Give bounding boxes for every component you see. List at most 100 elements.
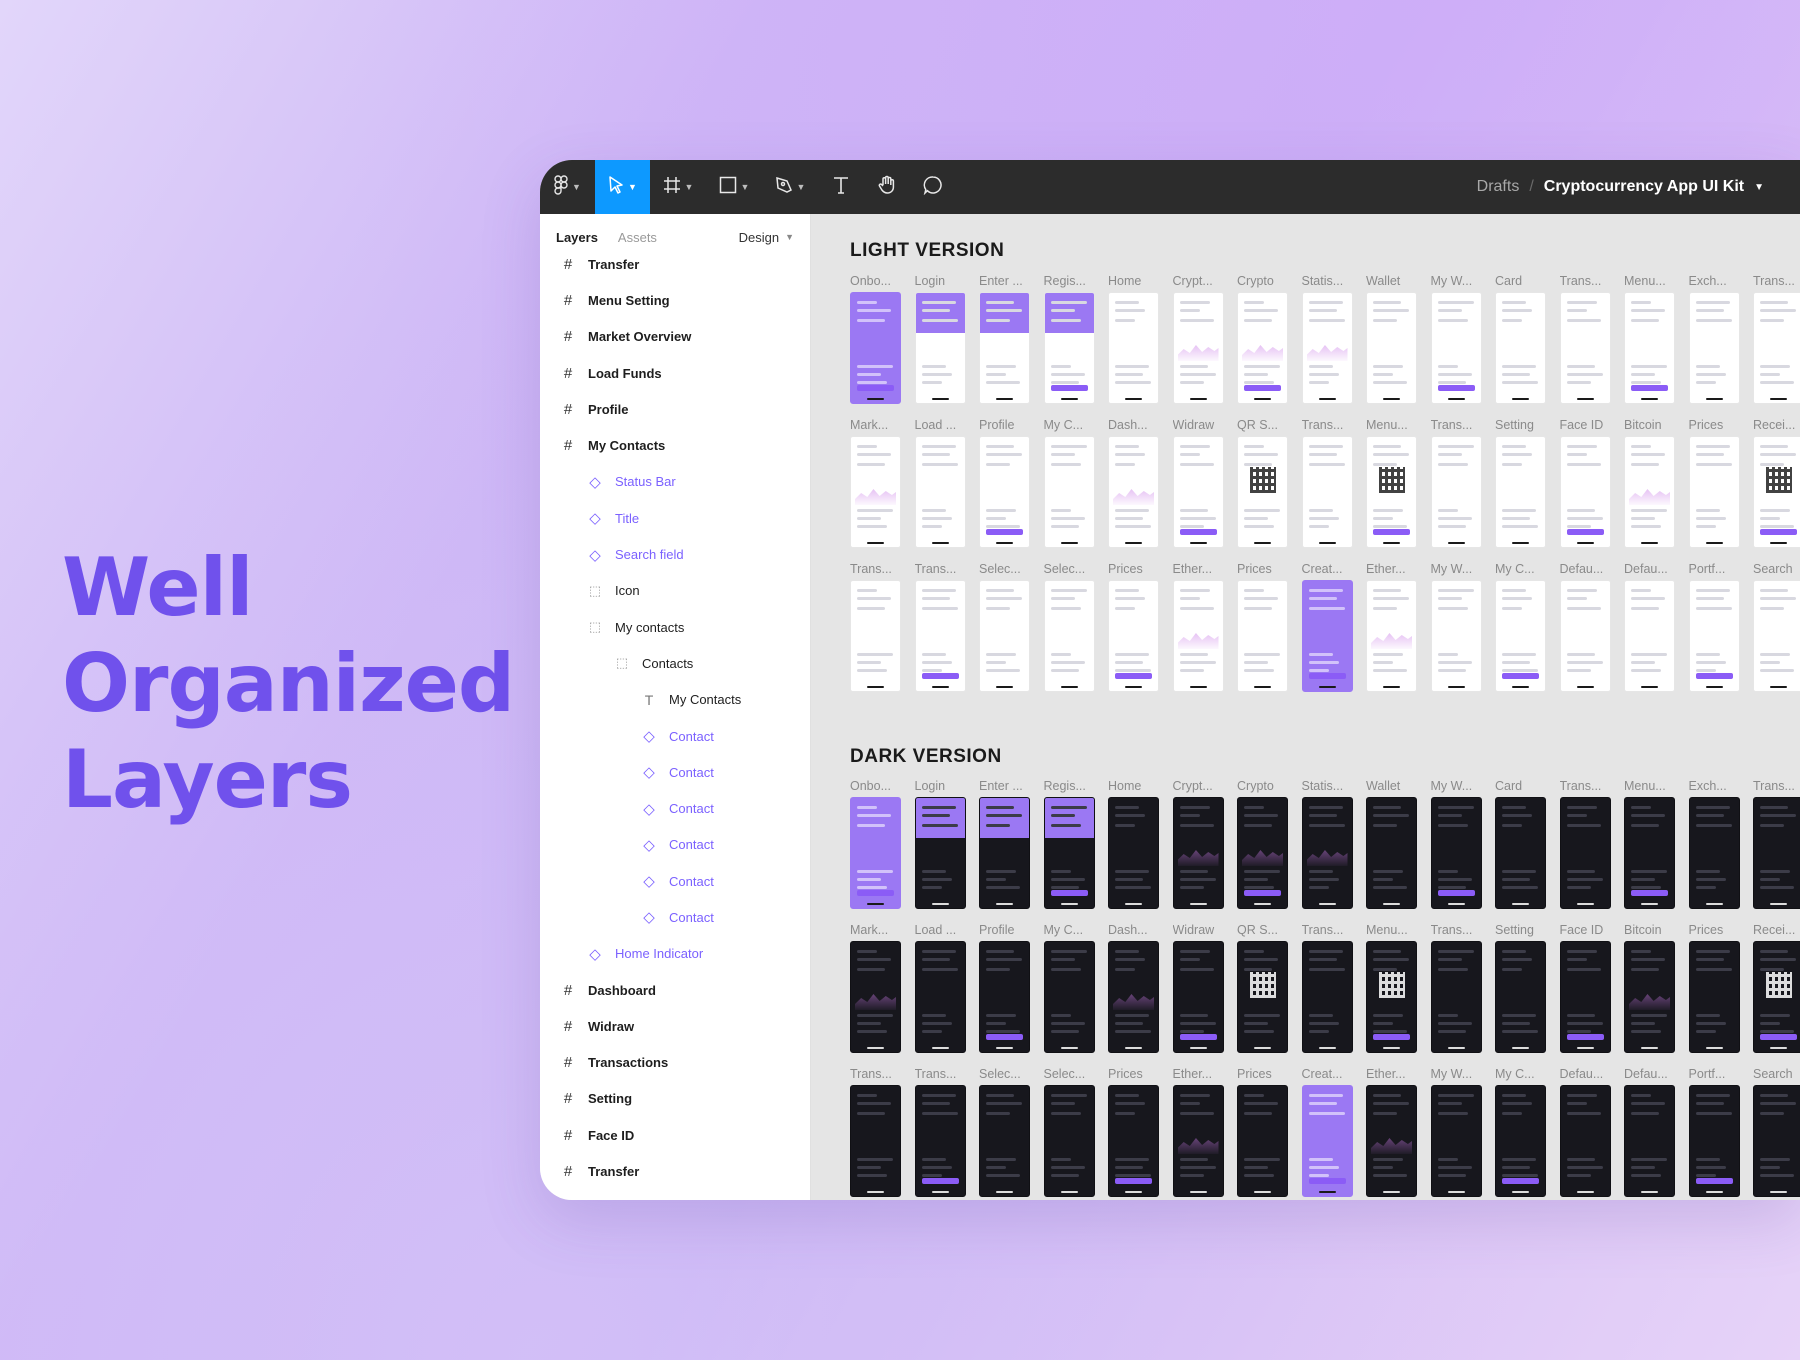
frame-thumbnail[interactable]: Trans... [914,1067,966,1197]
layer-row[interactable]: ◇ Contact [540,754,810,790]
frame-thumbnail[interactable]: Profile [979,418,1030,548]
breadcrumb-file-name[interactable]: Cryptocurrency App UI Kit [1544,178,1744,196]
layer-row[interactable]: ◇ Search field [540,536,810,572]
layer-row[interactable]: ◇ Contact [540,790,810,826]
frame-tool-button[interactable]: ▼ [650,160,706,214]
layer-row[interactable]: # Transfer [540,246,810,282]
frame-thumbnail[interactable]: Crypto [1237,779,1288,909]
frame-thumbnail[interactable]: Face ID [1559,923,1611,1053]
layer-row[interactable]: # Widraw [540,1008,810,1044]
frame-thumbnail[interactable]: Trans... [1559,274,1611,404]
frame-thumbnail[interactable]: My W... [1430,1067,1482,1197]
frame-thumbnail[interactable]: Dash... [1108,418,1159,548]
frame-thumbnail[interactable]: Widraw [1172,418,1224,548]
frame-thumbnail[interactable]: Trans... [1430,418,1482,548]
frame-thumbnail[interactable]: Login [914,274,966,404]
frame-thumbnail[interactable]: Ether... [1366,562,1417,692]
frame-thumbnail[interactable]: Card [1495,274,1546,404]
pen-tool-button[interactable]: ▼ [762,160,818,214]
frame-thumbnail[interactable]: Selec... [979,1067,1030,1197]
tab-assets[interactable]: Assets [618,230,657,245]
frame-thumbnail[interactable]: Search [1753,1067,1800,1197]
frame-thumbnail[interactable]: My C... [1495,1067,1546,1197]
frame-thumbnail[interactable]: Ether... [1366,1067,1417,1197]
frame-thumbnail[interactable]: Menu... [1624,274,1675,404]
frame-thumbnail[interactable]: Card [1495,779,1546,909]
layer-row[interactable]: # Profile [540,391,810,427]
frame-thumbnail[interactable]: Defau... [1624,562,1675,692]
layer-row[interactable]: ◇ Contact [540,863,810,899]
main-menu-button[interactable]: ▼ [540,160,595,214]
text-tool-button[interactable] [818,160,864,214]
design-canvas[interactable]: LIGHT VERSION Onbo... Login Enter ... Regis… [811,214,1800,1200]
frame-thumbnail[interactable]: Selec... [1043,562,1095,692]
frame-thumbnail[interactable]: Home [1108,274,1159,404]
frame-thumbnail[interactable]: Defau... [1559,562,1611,692]
layer-row[interactable]: ⬚ My contacts [540,609,810,645]
frame-thumbnail[interactable]: Mark... [850,418,901,548]
frame-thumbnail[interactable]: Portf... [1688,562,1740,692]
frame-thumbnail[interactable]: Ether... [1172,1067,1224,1197]
frame-thumbnail[interactable]: Prices [1237,1067,1288,1197]
frame-thumbnail[interactable]: Menu... [1366,923,1417,1053]
breadcrumb-folder[interactable]: Drafts [1477,178,1520,196]
page-selector[interactable]: Design ▼ [739,230,794,245]
layer-row[interactable]: ◇ Contact [540,718,810,754]
comment-tool-button[interactable] [910,160,956,214]
layer-row[interactable]: # My Contacts [540,427,810,463]
hand-tool-button[interactable] [864,160,910,214]
layer-row[interactable]: ⬚ Icon [540,573,810,609]
frame-thumbnail[interactable]: Selec... [979,562,1030,692]
frame-thumbnail[interactable]: Statis... [1301,779,1353,909]
frame-thumbnail[interactable]: Menu... [1366,418,1417,548]
frame-thumbnail[interactable]: Statis... [1301,274,1353,404]
frame-thumbnail[interactable]: My C... [1495,562,1546,692]
layer-row[interactable]: # Dashboard [540,972,810,1008]
frame-thumbnail[interactable]: Trans... [1559,779,1611,909]
frame-thumbnail[interactable]: Prices [1688,418,1740,548]
frame-thumbnail[interactable]: Home [1108,779,1159,909]
frame-thumbnail[interactable]: Ether... [1172,562,1224,692]
frame-thumbnail[interactable]: Defau... [1624,1067,1675,1197]
frame-thumbnail[interactable]: Crypt... [1172,779,1224,909]
frame-thumbnail[interactable]: Onbo... [850,779,901,909]
frame-thumbnail[interactable]: Creat... [1301,1067,1353,1197]
frame-thumbnail[interactable]: Trans... [1753,274,1800,404]
frame-thumbnail[interactable]: Trans... [850,1067,901,1197]
frame-thumbnail[interactable]: Trans... [1301,923,1353,1053]
frame-thumbnail[interactable]: Prices [1237,562,1288,692]
frame-thumbnail[interactable]: Login [914,779,966,909]
shape-tool-button[interactable]: ▼ [706,160,762,214]
frame-thumbnail[interactable]: Creat... [1301,562,1353,692]
frame-thumbnail[interactable]: Trans... [850,562,901,692]
frame-thumbnail[interactable]: Mark... [850,923,901,1053]
layer-row[interactable]: # Market Overview [540,319,810,355]
tab-layers[interactable]: Layers [556,230,598,245]
frame-thumbnail[interactable]: Enter ... [979,274,1030,404]
chevron-down-icon[interactable]: ▼ [1754,182,1764,193]
frame-thumbnail[interactable]: Widraw [1172,923,1224,1053]
frame-thumbnail[interactable]: Crypto [1237,274,1288,404]
frame-thumbnail[interactable]: Bitcoin [1624,418,1675,548]
frame-thumbnail[interactable]: Prices [1108,1067,1159,1197]
frame-thumbnail[interactable]: Trans... [1753,779,1800,909]
layer-row[interactable]: ◇ Home Indicator [540,936,810,972]
layer-row[interactable]: ◇ Contact [540,827,810,863]
frame-thumbnail[interactable]: Defau... [1559,1067,1611,1197]
frame-thumbnail[interactable]: Portf... [1688,1067,1740,1197]
frame-thumbnail[interactable]: My C... [1043,923,1095,1053]
frame-thumbnail[interactable]: My C... [1043,418,1095,548]
frame-thumbnail[interactable]: Recei... [1753,923,1800,1053]
frame-thumbnail[interactable]: Dash... [1108,923,1159,1053]
frame-thumbnail[interactable]: Face ID [1559,418,1611,548]
frame-thumbnail[interactable]: Crypt... [1172,274,1224,404]
frame-thumbnail[interactable]: Load ... [914,923,966,1053]
frame-thumbnail[interactable]: Onbo... [850,274,901,404]
frame-thumbnail[interactable]: My W... [1430,779,1482,909]
layer-row[interactable]: # Face ID [540,1117,810,1153]
layer-row[interactable]: # Transactions [540,1045,810,1081]
frame-thumbnail[interactable]: Setting [1495,923,1546,1053]
layer-row[interactable]: ⬚ Contacts [540,645,810,681]
frame-thumbnail[interactable]: Trans... [1430,923,1482,1053]
frame-thumbnail[interactable]: QR S... [1237,418,1288,548]
